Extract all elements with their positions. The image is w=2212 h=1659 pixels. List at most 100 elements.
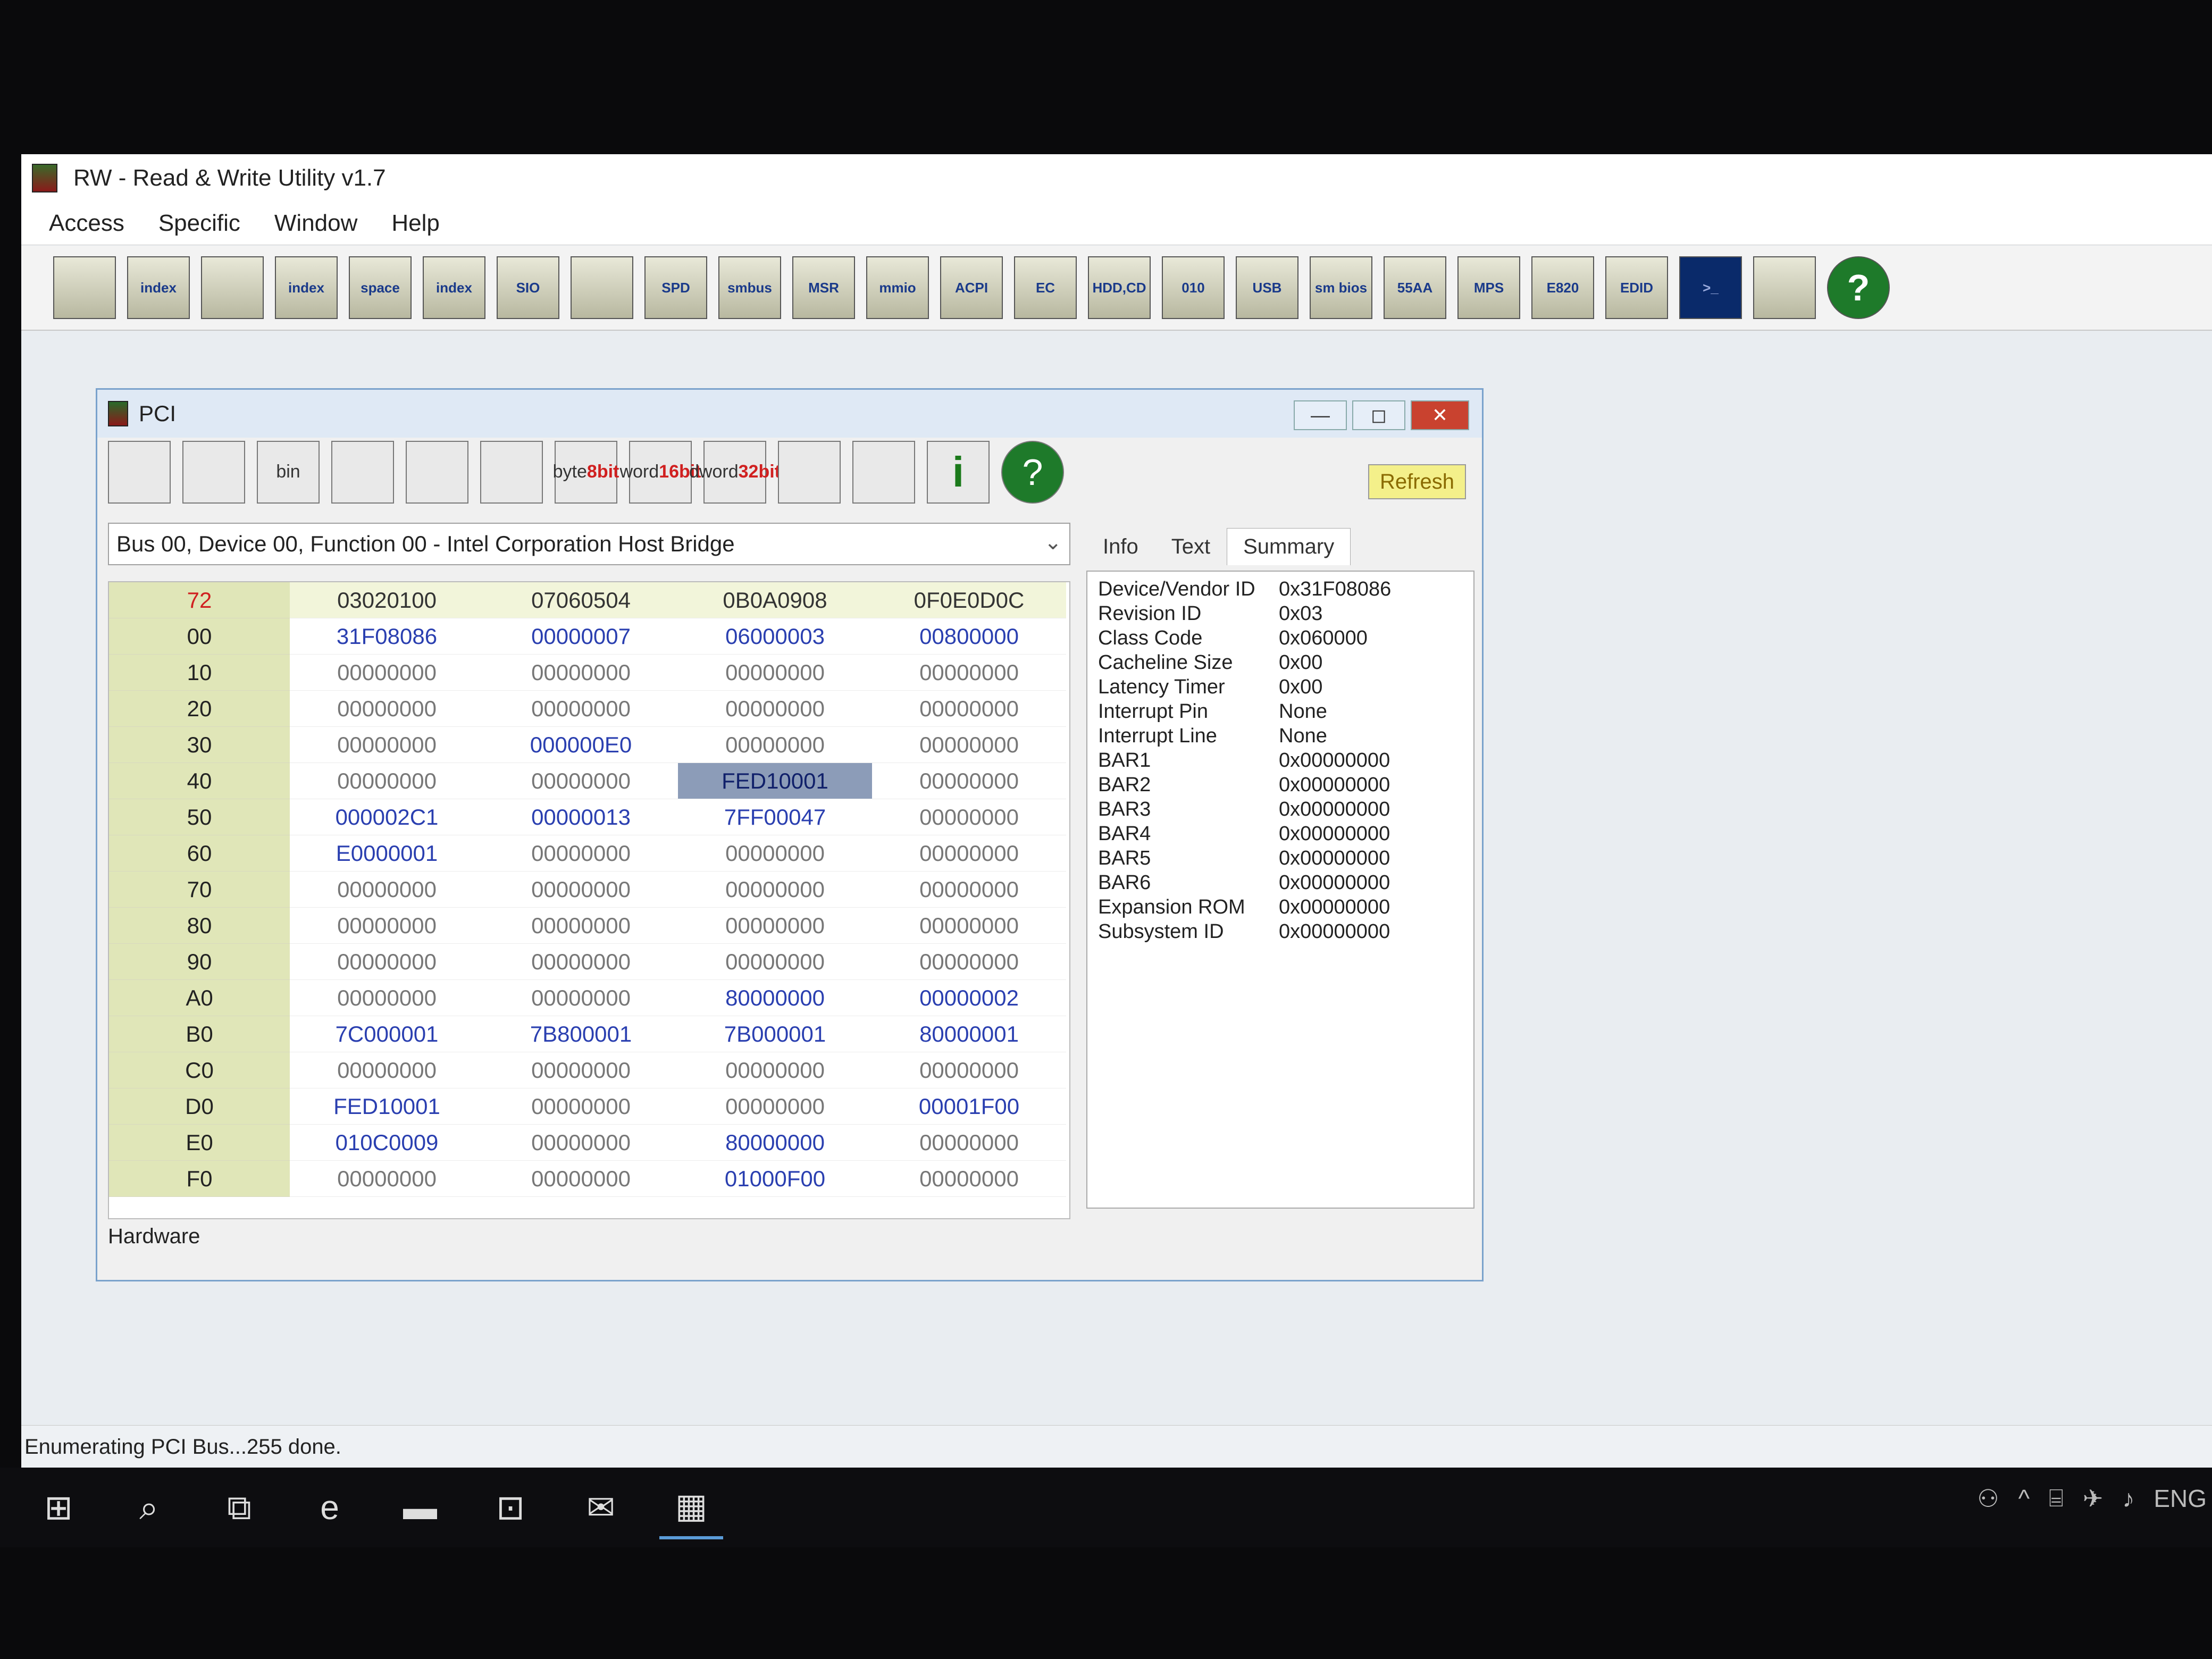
register-cell[interactable]: 00000000 (290, 1052, 484, 1088)
register-cell[interactable]: 00000000 (872, 835, 1066, 872)
register-cell[interactable]: 00000000 (290, 727, 484, 763)
save-bin-icon[interactable]: bin (257, 441, 320, 504)
maximize-button[interactable]: ◻ (1352, 400, 1405, 430)
window-icon[interactable] (480, 441, 543, 504)
io-space-icon[interactable]: space (349, 256, 412, 319)
file-explorer-icon[interactable]: ▬ (388, 1476, 452, 1539)
memory-icon[interactable] (201, 256, 264, 319)
register-cell[interactable]: 00000000 (872, 1161, 1066, 1197)
menu-specific[interactable]: Specific (152, 210, 247, 237)
menu-access[interactable]: Access (43, 210, 131, 237)
network-icon[interactable]: ⌸ (2049, 1484, 2064, 1513)
register-cell[interactable]: 00000000 (290, 655, 484, 691)
ec-icon[interactable]: EC (1014, 256, 1077, 319)
open-file-icon[interactable] (331, 441, 394, 504)
register-cell[interactable]: 00000000 (678, 944, 872, 980)
disc-icon[interactable] (852, 441, 915, 504)
smbios-icon[interactable]: sm bios (1310, 256, 1372, 319)
register-cell[interactable]: 7B800001 (484, 1016, 678, 1052)
refresh-button[interactable]: Refresh (1368, 464, 1466, 499)
msr-icon[interactable]: MSR (792, 256, 855, 319)
register-cell[interactable]: 80000001 (872, 1016, 1066, 1052)
binoculars-icon[interactable] (406, 441, 468, 504)
register-cell[interactable]: 00000000 (484, 1161, 678, 1197)
chevron-up-icon[interactable]: ^ (2018, 1484, 2030, 1513)
register-cell[interactable]: 00000000 (872, 872, 1066, 908)
register-cell[interactable]: 00000000 (484, 763, 678, 799)
spd-icon[interactable]: SPD (644, 256, 707, 319)
register-cell[interactable]: 00000000 (484, 944, 678, 980)
binary-icon[interactable]: 010 (1162, 256, 1225, 319)
register-cell[interactable]: 00000000 (484, 872, 678, 908)
register-cell[interactable]: FED10001 (290, 1088, 484, 1125)
register-cell[interactable]: 00000000 (872, 763, 1066, 799)
register-cell[interactable]: 80000000 (678, 1125, 872, 1161)
windows-start-icon[interactable]: ⊞ (27, 1476, 90, 1539)
volume-icon[interactable]: ♪ (2122, 1484, 2134, 1513)
register-cell[interactable]: 00000000 (290, 908, 484, 944)
register-cell[interactable]: 00000000 (678, 835, 872, 872)
register-cell[interactable]: 00000002 (872, 980, 1066, 1016)
register-cell[interactable]: 000002C1 (290, 799, 484, 835)
mail-icon[interactable]: ✉ (569, 1476, 633, 1539)
register-cell[interactable]: 00000000 (678, 727, 872, 763)
register-cell[interactable]: 00000000 (678, 691, 872, 727)
save-all-icon[interactable] (182, 441, 245, 504)
register-cell[interactable]: 00001F00 (872, 1088, 1066, 1125)
language-indicator[interactable]: ENG (2154, 1484, 2207, 1513)
register-cell[interactable]: 00000000 (678, 655, 872, 691)
usb-icon[interactable]: USB (1236, 256, 1298, 319)
register-cell[interactable]: 7B000001 (678, 1016, 872, 1052)
register-cell[interactable]: 00000000 (290, 872, 484, 908)
index-pci-icon[interactable]: index (127, 256, 190, 319)
menu-window[interactable]: Window (268, 210, 364, 237)
register-cell[interactable]: 00000000 (484, 1088, 678, 1125)
register-cell[interactable]: 00000000 (872, 908, 1066, 944)
register-cell[interactable]: 00000000 (484, 980, 678, 1016)
register-cell[interactable]: 31F08086 (290, 618, 484, 655)
register-cell[interactable]: 7FF00047 (678, 799, 872, 835)
close-button[interactable]: ✕ (1411, 400, 1469, 430)
register-cell[interactable]: 00000000 (484, 1052, 678, 1088)
save-icon[interactable] (108, 441, 171, 504)
register-cell[interactable]: 00800000 (872, 618, 1066, 655)
register-cell[interactable]: 00000000 (290, 763, 484, 799)
smbus-icon[interactable]: smbus (718, 256, 781, 319)
register-cell[interactable]: 00000000 (484, 1125, 678, 1161)
register-cell[interactable]: 010C0009 (290, 1125, 484, 1161)
register-cell[interactable]: 00000000 (872, 727, 1066, 763)
register-cell[interactable]: 00000000 (678, 872, 872, 908)
register-cell[interactable]: 00000007 (484, 618, 678, 655)
mmio-icon[interactable]: mmio (866, 256, 929, 319)
register-cell[interactable]: 01000F00 (678, 1161, 872, 1197)
store-icon[interactable]: ⊡ (479, 1476, 542, 1539)
register-cell[interactable]: 06000003 (678, 618, 872, 655)
word-mode-icon[interactable]: word 16bit (619, 441, 701, 504)
device-select[interactable]: Bus 00, Device 00, Function 00 - Intel C… (108, 523, 1070, 565)
hardware-icon[interactable] (1753, 256, 1816, 319)
help-icon[interactable]: ? (1827, 256, 1890, 319)
acpi-icon[interactable]: ACPI (940, 256, 1003, 319)
edge-icon[interactable]: e (298, 1476, 362, 1539)
e820-icon[interactable]: E820 (1531, 256, 1594, 319)
register-cell[interactable]: 00000000 (872, 691, 1066, 727)
edid-icon[interactable]: EDID (1605, 256, 1668, 319)
console-icon[interactable]: >_ (1679, 256, 1742, 319)
tree-icon[interactable] (778, 441, 841, 504)
hdd-cd-icon[interactable]: HDD,CD (1088, 256, 1151, 319)
register-cell[interactable]: 00000000 (872, 1052, 1066, 1088)
task-view-icon[interactable]: ⧉ (207, 1476, 271, 1539)
airplane-icon[interactable]: ✈ (2083, 1484, 2104, 1513)
register-cell[interactable]: 00000000 (678, 1052, 872, 1088)
tab-info[interactable]: Info (1086, 528, 1155, 565)
help-icon[interactable]: ? (1001, 441, 1064, 504)
info-icon[interactable]: i (927, 441, 990, 504)
dword-mode-icon[interactable]: dword 32bit (689, 441, 781, 504)
register-cell[interactable]: 00000000 (872, 655, 1066, 691)
rw-app-icon[interactable]: ▦ (659, 1476, 723, 1539)
minimize-button[interactable]: — (1294, 400, 1347, 430)
register-cell[interactable]: 00000000 (678, 908, 872, 944)
register-cell[interactable]: 00000000 (872, 799, 1066, 835)
tab-summary[interactable]: Summary (1227, 528, 1351, 565)
tab-text[interactable]: Text (1155, 528, 1227, 565)
